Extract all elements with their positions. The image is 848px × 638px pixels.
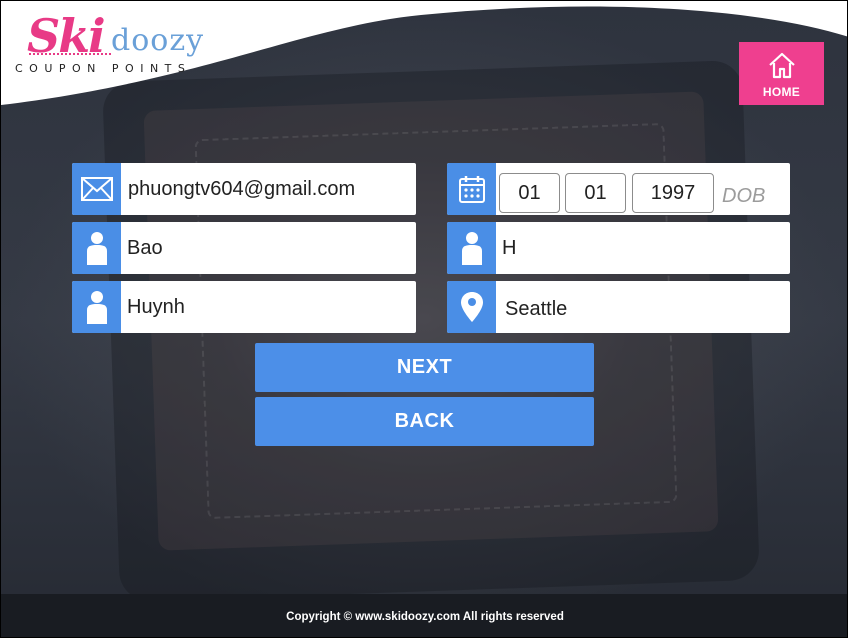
city-field[interactable]: Seattle <box>447 281 790 333</box>
home-label: HOME <box>762 85 801 99</box>
person-icon <box>447 222 496 274</box>
next-button[interactable]: NEXT <box>255 343 594 392</box>
city-value: Seattle <box>505 297 568 320</box>
dob-year-input[interactable]: 1997 <box>632 173 714 213</box>
home-icon <box>769 52 795 79</box>
location-pin-icon <box>447 281 496 333</box>
home-button[interactable]: HOME <box>739 42 824 105</box>
copyright-text: Copyright © www.skidoozy.com All rights … <box>286 610 564 623</box>
person-icon <box>72 222 121 274</box>
back-button[interactable]: BACK <box>255 397 594 446</box>
last-name-field[interactable]: Huynh <box>72 281 416 333</box>
dob-placeholder: DOB <box>722 185 766 207</box>
first-name-value: Bao <box>127 236 163 259</box>
last-name-value: Huynh <box>127 295 185 318</box>
middle-initial-field[interactable]: H <box>447 222 790 274</box>
logo-subtitle: COUPON POINTS <box>15 62 192 75</box>
dob-day-input[interactable]: 01 <box>565 173 626 213</box>
envelope-icon <box>72 163 121 215</box>
middle-initial-value: H <box>502 236 517 259</box>
skidoozy-logo: Ski doozy COUPON POINTS <box>15 9 255 79</box>
logo-text-secondary: doozy <box>111 23 205 58</box>
dob-field: 01 01 1997 DOB <box>447 163 790 215</box>
footer: Copyright © www.skidoozy.com All rights … <box>1 594 847 637</box>
person-icon <box>72 281 121 333</box>
email-value: phuongtv604@gmail.com <box>128 177 356 200</box>
app-screen: Ski doozy COUPON POINTS HOME phuongtv604… <box>0 0 848 638</box>
calendar-icon <box>447 163 496 215</box>
first-name-field[interactable]: Bao <box>72 222 416 274</box>
email-field[interactable]: phuongtv604@gmail.com <box>72 163 416 215</box>
logo-underline <box>29 53 111 56</box>
dob-month-input[interactable]: 01 <box>499 173 560 213</box>
